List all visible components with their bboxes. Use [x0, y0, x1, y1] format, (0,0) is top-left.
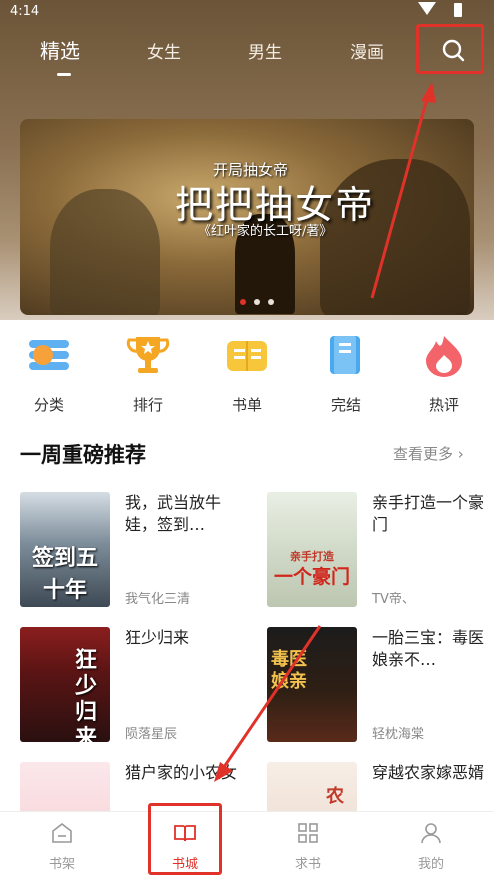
tab-featured[interactable]: 精选 [40, 35, 80, 64]
book-author: 陨落星辰 [125, 727, 178, 742]
nav-label: 我的 [417, 857, 444, 872]
trophy-icon [126, 337, 170, 373]
nav-bookstore[interactable]: 书城 [145, 812, 225, 876]
book-title: 狂少归来 [125, 628, 190, 647]
carousel-dot[interactable] [268, 299, 274, 305]
menu-hot-reviews[interactable]: 热评 [414, 333, 474, 414]
nav-request-book[interactable]: 求书 [268, 812, 348, 876]
battery-icon [454, 3, 462, 17]
book-card[interactable]: 签到五十年 我，武当放牛娃，签到… 我气化三清 [20, 492, 250, 610]
cover-title: 农 [326, 786, 344, 807]
open-book-icon [174, 825, 196, 842]
book-card[interactable]: 狂少归来 狂少归来 陨落星辰 [20, 627, 250, 745]
banner-carousel[interactable]: 开局抽女帝 把把抽女帝 《红叶家的长工呀/著》 [20, 119, 474, 315]
carousel-dot[interactable] [240, 299, 246, 305]
tab-female[interactable]: 女生 [147, 38, 181, 63]
search-button[interactable] [416, 24, 484, 74]
menu-ranking[interactable]: 排行 [118, 333, 178, 414]
book-cover: 签到五十年 [20, 492, 110, 607]
book-author: 我气化三清 [125, 592, 191, 607]
menu-label: 热评 [428, 396, 459, 414]
tab-comics[interactable]: 漫画 [350, 38, 384, 63]
cover-title: 毒医娘亲 [271, 649, 307, 692]
tab-underline [57, 73, 71, 76]
book-cover: 亲手打造 一个豪门 [267, 492, 357, 607]
book-card[interactable]: 毒医娘亲 一胎三宝：毒医娘亲不… 轻枕海棠 [267, 627, 494, 745]
menu-booklist[interactable]: 书单 [217, 333, 277, 414]
booklist-icon [227, 341, 267, 371]
view-more-link[interactable]: 查看更多 › [393, 443, 464, 464]
category-icon [29, 340, 69, 370]
menu-label: 书单 [231, 396, 262, 414]
menu-label: 排行 [132, 396, 163, 414]
nav-profile[interactable]: 我的 [391, 812, 471, 876]
carousel-dots [240, 299, 290, 307]
status-bar: 4:14 [0, 0, 494, 22]
nav-label: 书架 [48, 857, 75, 872]
book-title: 我，武当放牛娃，签到… [125, 493, 222, 534]
menu-label: 分类 [33, 396, 64, 414]
cover-title: 签到五十年 [31, 545, 98, 603]
finished-book-icon [330, 336, 360, 374]
banner-author: 《红叶家的长工呀/著》 [198, 224, 333, 239]
cover-title: 一个豪门 [273, 566, 350, 588]
section-title: 一周重磅推荐 [20, 443, 146, 467]
book-title: 猎户家的小农女 [125, 763, 238, 782]
nav-label: 求书 [294, 857, 321, 872]
carousel-dot[interactable] [254, 299, 260, 305]
bottom-nav: 书架 书城 求书 我的 [0, 811, 494, 878]
book-title: 一胎三宝：毒医娘亲不… [372, 628, 485, 669]
search-icon [442, 39, 465, 62]
bookshelf-icon [52, 822, 72, 843]
book-cover: 狂少归来 [20, 627, 110, 742]
menu-label: 完结 [330, 396, 361, 414]
book-author: TV帝、 [372, 592, 415, 607]
status-time: 4:14 [10, 4, 40, 19]
tab-male[interactable]: 男生 [248, 38, 282, 63]
nav-label: 书城 [171, 857, 198, 872]
banner-art [50, 189, 160, 315]
book-author: 轻枕海棠 [372, 727, 425, 742]
menu-category[interactable]: 分类 [19, 333, 79, 414]
menu-finished[interactable]: 完结 [316, 333, 376, 414]
book-title: 穿越农家嫁恶婿 [372, 763, 485, 782]
book-card[interactable]: 亲手打造 一个豪门 亲手打造一个豪门 TV帝、 [267, 492, 494, 610]
quick-menu: 分类 排行 书单 完结 热评 [0, 325, 494, 415]
flame-icon [426, 336, 462, 377]
wifi-icon [418, 2, 436, 15]
book-title: 亲手打造一个豪门 [372, 493, 485, 534]
cover-title: 狂少归来 [74, 647, 97, 742]
nav-bookshelf[interactable]: 书架 [22, 812, 102, 876]
grid-icon [298, 823, 318, 843]
user-icon [421, 823, 441, 844]
status-icons [410, 2, 470, 20]
book-cover: 毒医娘亲 [267, 627, 357, 742]
